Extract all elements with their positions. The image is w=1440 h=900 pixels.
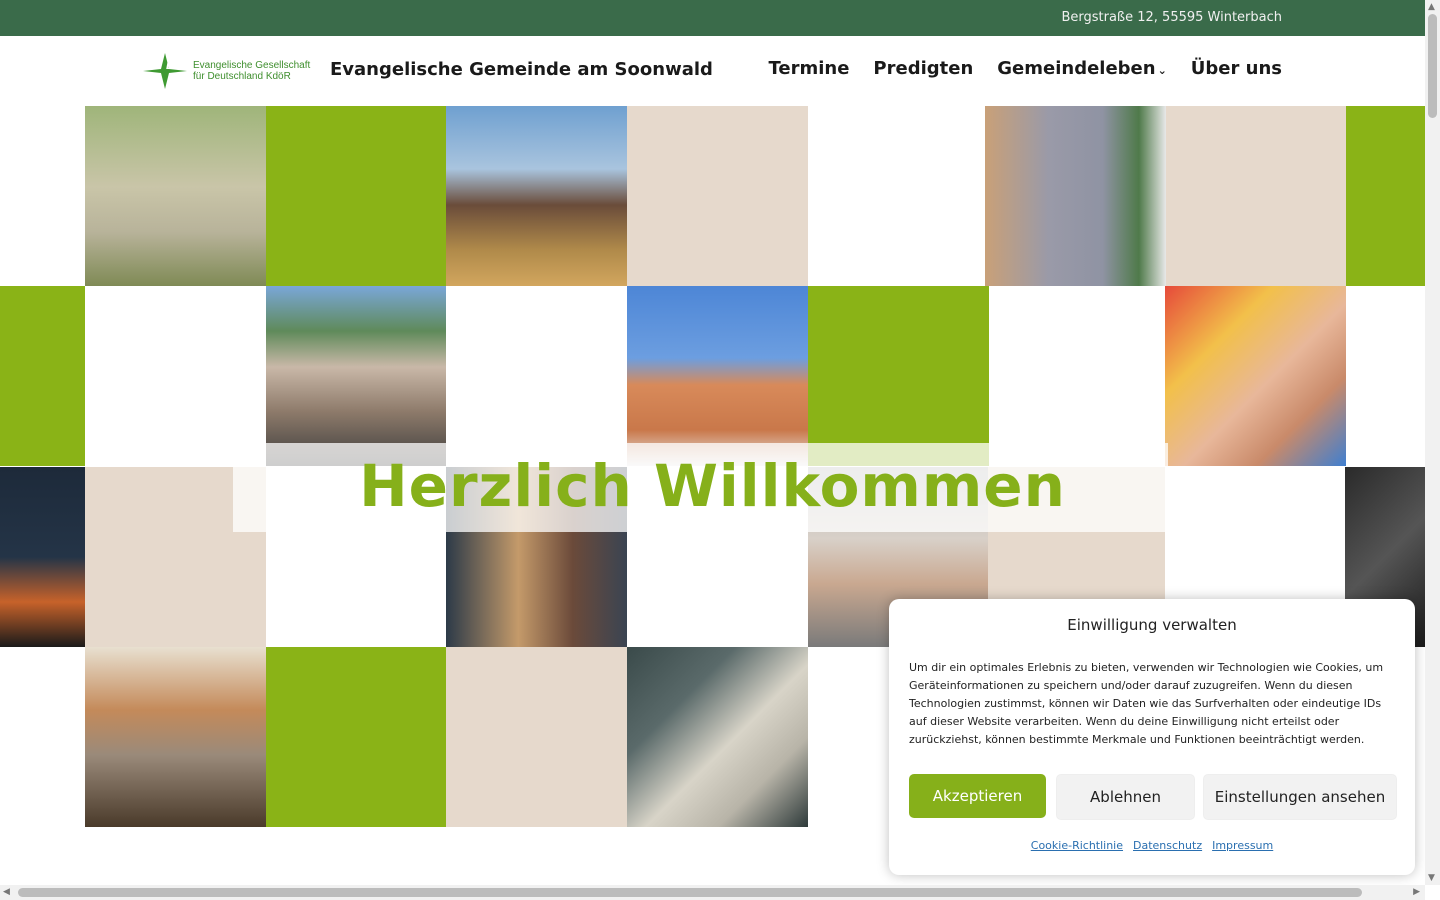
white-tile — [808, 106, 989, 286]
nav-predigten[interactable]: Predigten — [873, 58, 973, 79]
scroll-left-icon[interactable]: ◀ — [3, 887, 10, 897]
nav-ueber-uns[interactable]: Über uns — [1191, 58, 1282, 79]
imprint-link[interactable]: Impressum — [1212, 839, 1273, 852]
privacy-link[interactable]: Datenschutz — [1133, 839, 1202, 852]
photo-children-playing — [85, 106, 266, 286]
site-header: EG Evangelische Gesellschaft für Deutsch… — [0, 36, 1425, 106]
consent-title: Einwilligung verwalten — [1067, 616, 1237, 634]
cookie-consent-dialog: Einwilligung verwalten Um dir ein optima… — [889, 599, 1415, 875]
beige-tile — [446, 647, 627, 827]
accept-button[interactable]: Akzeptieren — [909, 774, 1046, 818]
nav-termine[interactable]: Termine — [769, 58, 850, 79]
photo-kitchen-cabinet — [985, 106, 1166, 286]
site-logo[interactable]: EG Evangelische Gesellschaft für Deutsch… — [143, 50, 323, 92]
white-tile — [1346, 286, 1425, 466]
scroll-right-icon[interactable]: ▶ — [1413, 887, 1420, 897]
main-nav: Termine Predigten Gemeindeleben ⌄ Über un… — [769, 58, 1283, 79]
deny-button[interactable]: Ablehnen — [1056, 774, 1195, 820]
scroll-up-icon[interactable]: ▲ — [1428, 2, 1435, 12]
green-tile — [266, 106, 447, 286]
white-tile — [446, 286, 627, 466]
photo-outdoor-gathering — [266, 286, 447, 466]
green-tile — [1346, 106, 1425, 286]
chevron-down-icon: ⌄ — [1157, 64, 1167, 77]
horizontal-scroll-thumb[interactable] — [18, 888, 1362, 897]
beige-tile — [1166, 106, 1347, 286]
nav-gemeindeleben-label: Gemeindeleben — [997, 58, 1156, 79]
top-info-bar: Bergstraße 12, 55595 Winterbach — [0, 0, 1425, 36]
photo-open-bible — [627, 647, 808, 827]
green-tile — [0, 286, 85, 466]
logo-mark-text: EG — [166, 58, 183, 72]
vertical-scrollbar[interactable]: ▲ ▼ — [1425, 0, 1440, 885]
view-settings-button[interactable]: Einstellungen ansehen — [1203, 774, 1397, 820]
consent-links: Cookie-Richtlinie Datenschutz Impressum — [889, 839, 1415, 852]
cookie-policy-link[interactable]: Cookie-Richtlinie — [1031, 839, 1123, 852]
photo-friends-field — [446, 106, 627, 286]
address-text: Bergstraße 12, 55595 Winterbach — [1061, 10, 1282, 25]
scroll-down-icon[interactable]: ▼ — [1428, 873, 1435, 883]
eg-cross-logo-icon: EG — [143, 53, 187, 89]
green-tile — [266, 647, 447, 827]
photo-church-service — [85, 647, 266, 827]
photo-church-building — [627, 286, 808, 466]
site-title[interactable]: Evangelische Gemeinde am Soonwald — [330, 59, 713, 80]
consent-text: Um dir ein optimales Erlebnis zu bieten,… — [909, 661, 1384, 746]
welcome-heading: Herzlich Willkommen — [359, 452, 1066, 520]
green-tile — [808, 286, 989, 466]
logo-text: Evangelische Gesellschaft für Deutschlan… — [193, 60, 310, 82]
white-tile — [85, 286, 266, 466]
nav-gemeindeleben[interactable]: Gemeindeleben ⌄ — [997, 58, 1167, 79]
logo-line-1: Evangelische Gesellschaft — [193, 60, 311, 71]
horizontal-scrollbar[interactable]: ◀ ▶ — [0, 885, 1425, 900]
vertical-scroll-thumb[interactable] — [1428, 14, 1437, 118]
beige-tile — [627, 106, 808, 286]
white-tile — [989, 286, 1170, 466]
photo-hands-together — [1165, 286, 1346, 466]
logo-line-2: für Deutschland KdöR — [193, 71, 291, 82]
